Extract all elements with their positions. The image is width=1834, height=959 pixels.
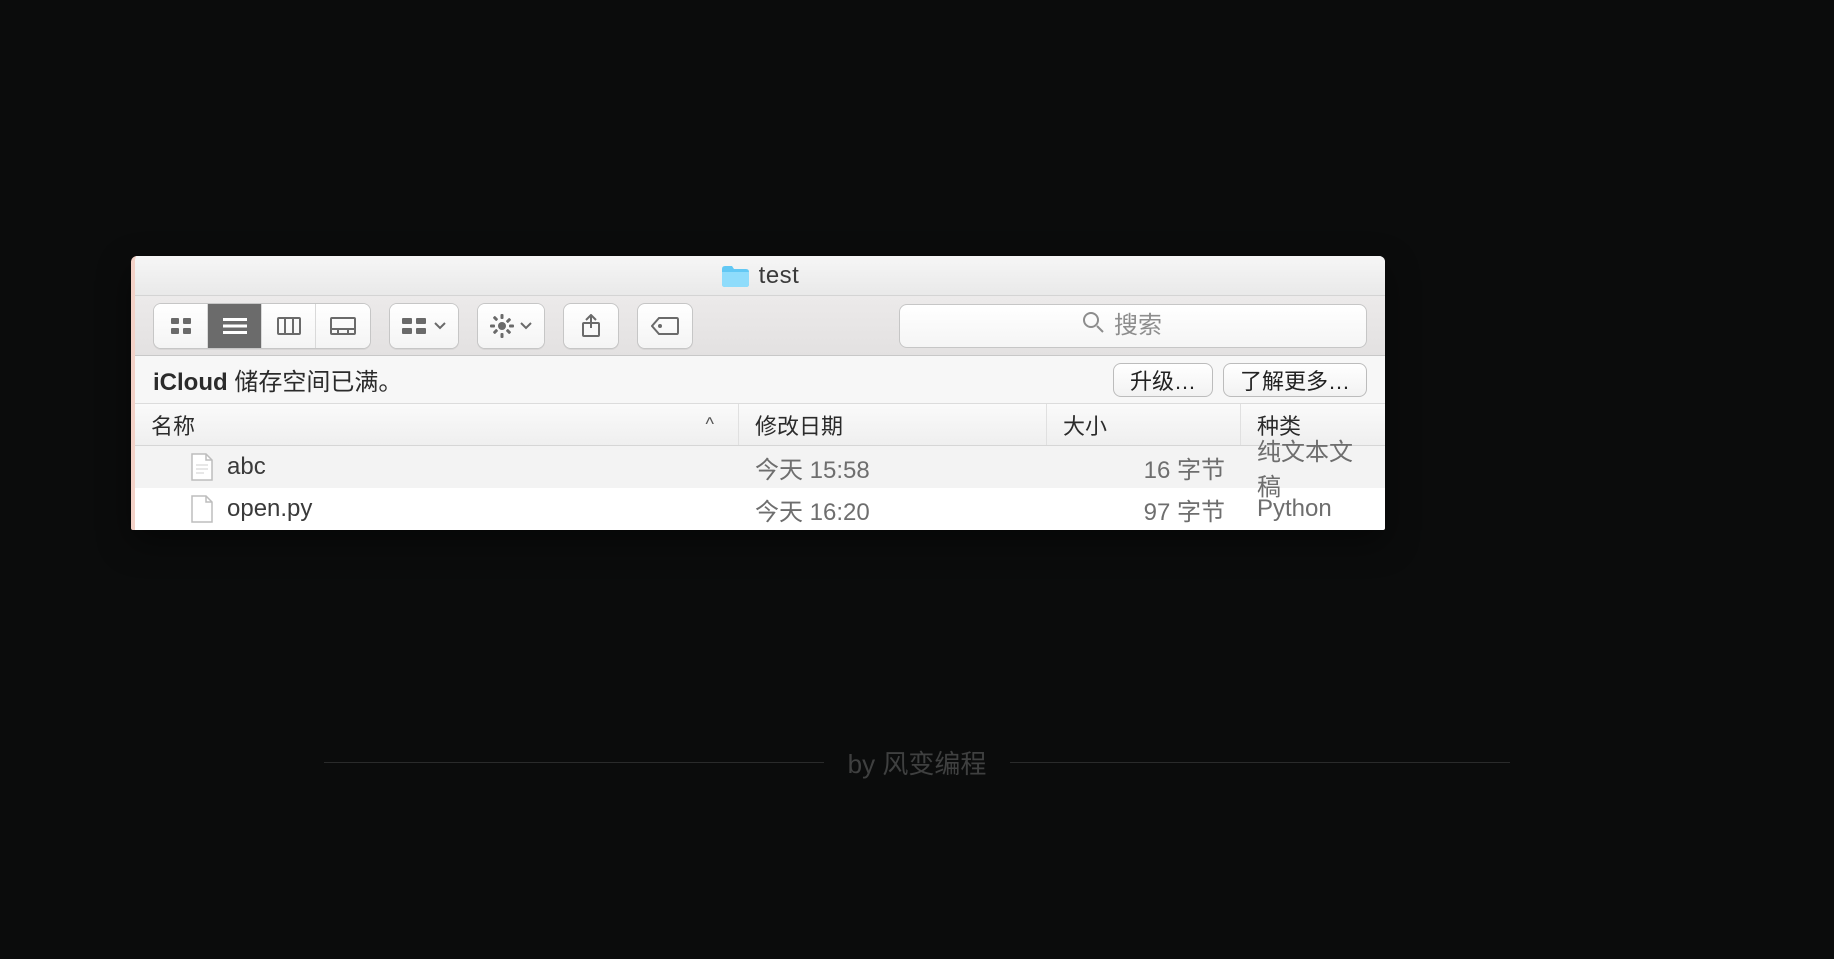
column-headers: 名称 ^ 修改日期 大小 种类 (135, 404, 1385, 446)
action-button[interactable] (478, 304, 544, 348)
file-name: open.py (227, 495, 312, 523)
column-header-date-label: 修改日期 (755, 409, 843, 441)
divider-line (324, 762, 824, 763)
search-icon (1082, 311, 1104, 340)
title-bar: test (135, 256, 1385, 296)
file-icon (191, 453, 213, 481)
window-title: test (759, 262, 800, 290)
column-header-size[interactable]: 大小 (1047, 404, 1241, 445)
list-view-button[interactable] (208, 304, 262, 348)
banner-text: iCloud 储存空间已满。 (153, 362, 402, 397)
file-icon (191, 495, 213, 523)
tags-button[interactable] (638, 304, 692, 348)
file-size: 97 字节 (1144, 492, 1225, 527)
search-wrap (899, 304, 1367, 348)
chevron-down-icon (434, 322, 446, 330)
banner-rest: 储存空间已满。 (228, 369, 403, 396)
toolbar (135, 296, 1385, 356)
folder-icon (721, 265, 749, 287)
share-button[interactable] (564, 304, 618, 348)
icloud-storage-banner: iCloud 储存空间已满。 升级… 了解更多… (135, 356, 1385, 404)
column-header-name[interactable]: 名称 ^ (135, 404, 739, 445)
file-size: 16 字节 (1144, 450, 1225, 485)
share-group (563, 303, 619, 349)
watermark-text: by 风变编程 (848, 744, 987, 781)
upgrade-button[interactable]: 升级… (1113, 363, 1213, 397)
banner-strong: iCloud (153, 369, 228, 396)
column-header-size-label: 大小 (1063, 409, 1107, 441)
finder-window: test (131, 256, 1385, 530)
footer-watermark: by 风变编程 (0, 744, 1834, 781)
column-view-button[interactable] (262, 304, 316, 348)
file-date: 今天 16:20 (755, 492, 870, 527)
column-header-date[interactable]: 修改日期 (739, 404, 1047, 445)
file-row[interactable]: open.py 今天 16:20 97 字节 Python (135, 488, 1385, 530)
action-group (477, 303, 545, 349)
file-name: abc (227, 453, 266, 481)
tags-group (637, 303, 693, 349)
view-mode-group (153, 303, 371, 349)
search-input[interactable] (1114, 312, 1184, 340)
file-rows: abc 今天 15:58 16 字节 纯文本文稿 open.py 今天 16:2… (135, 446, 1385, 530)
arrange-group (389, 303, 459, 349)
search-field[interactable] (899, 304, 1367, 348)
icon-view-button[interactable] (154, 304, 208, 348)
learn-more-button[interactable]: 了解更多… (1223, 363, 1367, 397)
gallery-view-button[interactable] (316, 304, 370, 348)
arrange-button[interactable] (390, 304, 458, 348)
divider-line (1010, 762, 1510, 763)
file-kind: Python (1257, 495, 1332, 523)
chevron-down-icon (520, 322, 532, 330)
sort-ascending-icon: ^ (706, 414, 714, 435)
file-date: 今天 15:58 (755, 450, 870, 485)
file-row[interactable]: abc 今天 15:58 16 字节 纯文本文稿 (135, 446, 1385, 488)
column-header-name-label: 名称 (151, 409, 195, 441)
